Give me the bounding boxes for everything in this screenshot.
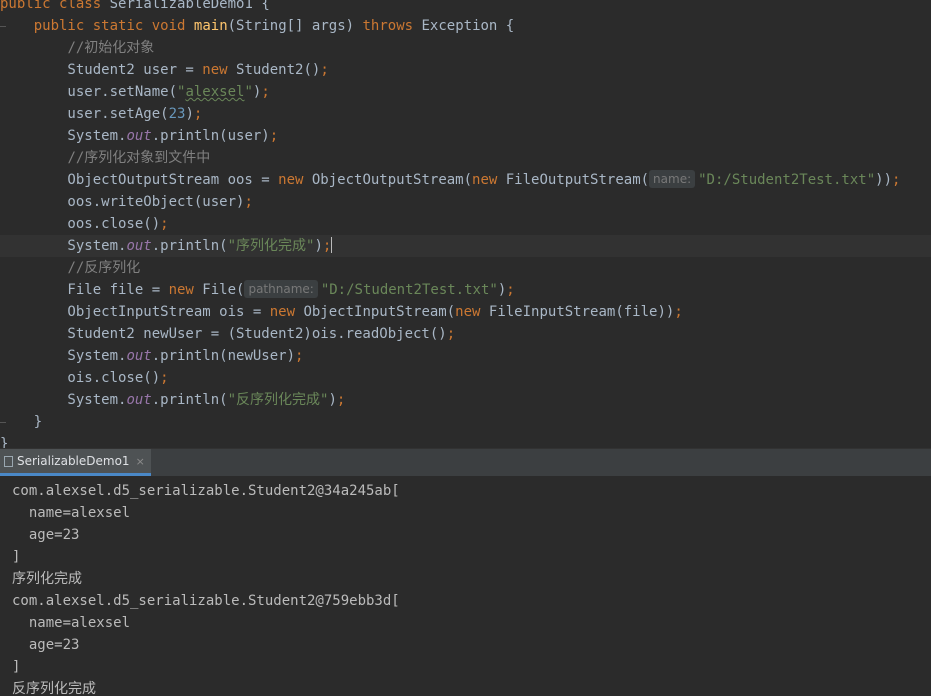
code-line-10[interactable]: oos.writeObject(user); [0, 191, 252, 213]
console-line: age=23 [12, 527, 80, 543]
console-line: age=23 [12, 637, 80, 653]
code-line-15[interactable]: ObjectInputStream ois = new ObjectInputS… [0, 301, 682, 323]
code-line-19[interactable]: System.out.println("反序列化完成"); [0, 389, 345, 411]
console-line: com.alexsel.d5_serializable.Student2@34a… [12, 483, 400, 499]
code-line-4[interactable]: Student2 user = new Student2(); [0, 59, 328, 81]
code-line-11[interactable]: oos.close(); [0, 213, 168, 235]
code-line-2[interactable]: public static void main(String[] args) t… [0, 15, 515, 37]
code-line-14[interactable]: File file = new File(pathname: "D:/Studen… [0, 279, 515, 301]
code-editor[interactable]: public class SerializableDemo1 { public … [0, 0, 931, 448]
code-line-21[interactable]: } [0, 433, 8, 448]
code-line-17[interactable]: System.out.println(newUser); [0, 345, 303, 367]
close-icon[interactable]: × [136, 455, 145, 468]
console-line: name=alexsel [12, 615, 131, 631]
code-line-7[interactable]: System.out.println(user); [0, 125, 278, 147]
code-line-6[interactable]: user.setAge(23); [0, 103, 202, 125]
code-line-9[interactable]: ObjectOutputStream oos = new ObjectOutpu… [0, 169, 900, 191]
file-icon [4, 455, 13, 467]
console-line: 反序列化完成 [12, 681, 96, 696]
code-line-13[interactable]: //反序列化 [0, 257, 140, 279]
console-line: 序列化完成 [12, 571, 82, 587]
console-line: com.alexsel.d5_serializable.Student2@759… [12, 593, 400, 609]
fold-marker[interactable] [0, 422, 6, 423]
code-line-1[interactable]: public class SerializableDemo1 { [0, 0, 270, 15]
text-caret [331, 237, 333, 253]
run-tab-label: SerializableDemo1 [17, 454, 130, 468]
code-line-3[interactable]: //初始化对象 [0, 37, 154, 59]
code-line-8[interactable]: //序列化对象到文件中 [0, 147, 210, 169]
fold-marker[interactable] [0, 26, 6, 27]
code-line-12[interactable]: System.out.println("序列化完成"); [0, 235, 333, 257]
code-line-18[interactable]: ois.close(); [0, 367, 168, 389]
code-line-5[interactable]: user.setName("alexsel"); [0, 81, 269, 103]
code-line-20[interactable]: } [0, 411, 42, 433]
run-tab[interactable]: SerializableDemo1 × [0, 449, 151, 476]
console-line: name=alexsel [12, 505, 131, 521]
console-line: ] [12, 549, 21, 565]
run-tool-window-header: SerializableDemo1 × [0, 448, 931, 477]
console-line: ] [12, 659, 21, 675]
run-console-output[interactable]: com.alexsel.d5_serializable.Student2@34a… [0, 476, 931, 696]
code-line-16[interactable]: Student2 newUser = (Student2)ois.readObj… [0, 323, 455, 345]
